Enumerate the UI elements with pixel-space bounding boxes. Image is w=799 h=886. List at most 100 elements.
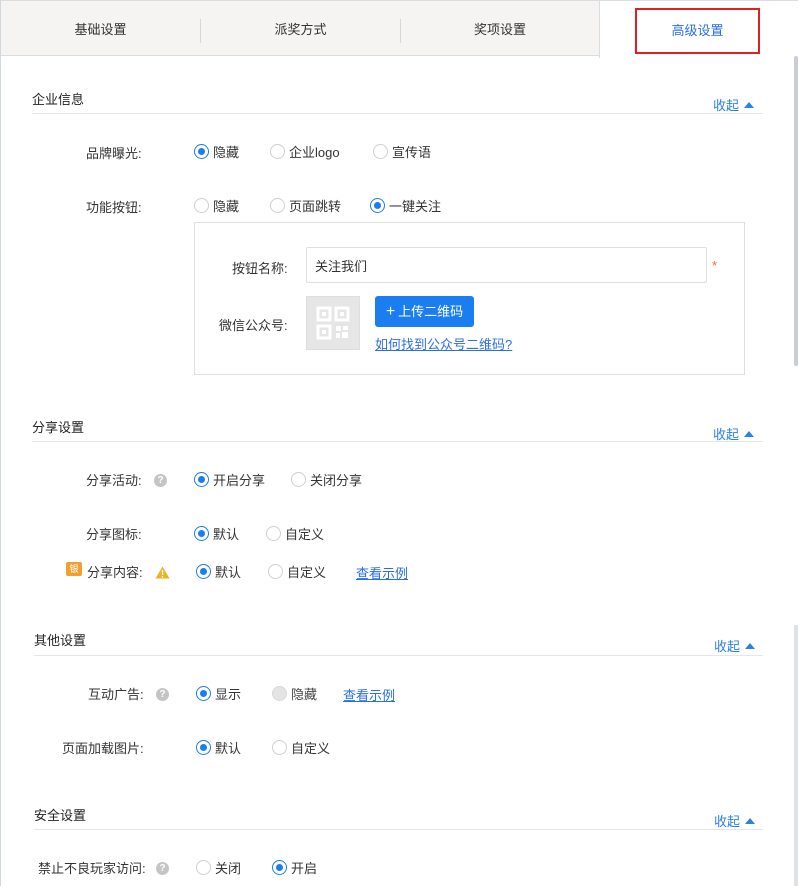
radio-label: 关闭分享 bbox=[310, 473, 363, 488]
radio-dot bbox=[270, 144, 285, 159]
collapse-share-button[interactable]: 收起 bbox=[713, 424, 755, 443]
radio-brand-slogan[interactable]: 宣传语 bbox=[373, 142, 431, 161]
qr-code-icon bbox=[316, 306, 350, 340]
radio-dot bbox=[196, 740, 211, 755]
radio-dot bbox=[272, 860, 287, 875]
scrollbar-thumb[interactable] bbox=[794, 56, 798, 366]
radio-dot bbox=[370, 198, 385, 213]
radio-label: 自定义 bbox=[285, 527, 325, 542]
radio-label: 一键关注 bbox=[389, 199, 442, 214]
radio-label: 企业logo bbox=[289, 145, 340, 160]
radio-loading-custom[interactable]: 自定义 bbox=[272, 738, 330, 757]
share-activity-label: 分享活动: bbox=[86, 473, 142, 488]
caret-up-icon bbox=[745, 818, 756, 824]
qr-code-placeholder bbox=[306, 296, 360, 350]
share-content-label: 分享内容: bbox=[87, 565, 143, 580]
radio-function-hide[interactable]: 隐藏 bbox=[194, 196, 239, 215]
scrollbar-track[interactable] bbox=[794, 625, 798, 886]
button-name-input[interactable] bbox=[306, 247, 707, 283]
radio-share-content-default[interactable]: 默认 bbox=[196, 562, 241, 581]
radio-label: 显示 bbox=[215, 687, 242, 702]
radio-loading-default[interactable]: 默认 bbox=[196, 738, 241, 757]
radio-label: 自定义 bbox=[291, 741, 331, 756]
share-icon-label: 分享图标: bbox=[86, 527, 142, 542]
radio-label: 关闭 bbox=[215, 861, 242, 876]
collapse-security-button[interactable]: 收起 bbox=[714, 811, 756, 830]
radio-label: 默认 bbox=[213, 527, 240, 542]
radio-dot bbox=[291, 472, 306, 487]
radio-dot bbox=[194, 526, 209, 541]
radio-label: 宣传语 bbox=[392, 145, 432, 160]
collapse-other-button[interactable]: 收起 bbox=[714, 636, 756, 655]
radio-brand-hide[interactable]: 隐藏 bbox=[194, 142, 239, 161]
loading-image-label: 页面加载图片: bbox=[62, 741, 144, 756]
block-bad-players-label: 禁止不良玩家访问: bbox=[38, 861, 146, 876]
required-mark: * bbox=[712, 258, 718, 273]
radio-dot bbox=[196, 860, 211, 875]
radio-label: 自定义 bbox=[287, 565, 327, 580]
radio-dot bbox=[268, 564, 283, 579]
radio-dot bbox=[194, 198, 209, 213]
section-divider bbox=[32, 441, 763, 442]
collapse-label: 收起 bbox=[714, 639, 741, 654]
radio-share-icon-custom[interactable]: 自定义 bbox=[266, 524, 324, 543]
radio-dot bbox=[270, 198, 285, 213]
section-title-other: 其他设置 bbox=[34, 633, 87, 648]
question-circle-icon[interactable]: ? bbox=[156, 862, 169, 875]
radio-ads-show[interactable]: 显示 bbox=[196, 684, 241, 703]
share-example-link[interactable]: 查看示例 bbox=[356, 563, 408, 582]
radio-label: 默认 bbox=[215, 741, 242, 756]
section-divider bbox=[32, 113, 763, 114]
radio-label: 隐藏 bbox=[291, 687, 318, 702]
radio-brand-logo[interactable]: 企业logo bbox=[270, 142, 340, 161]
radio-ads-hide[interactable]: 隐藏 bbox=[272, 684, 317, 703]
radio-dot bbox=[194, 472, 209, 487]
button-name-label: 按钮名称: bbox=[232, 261, 288, 276]
collapse-label: 收起 bbox=[713, 98, 740, 113]
radio-share-off[interactable]: 关闭分享 bbox=[291, 470, 362, 489]
radio-block-on[interactable]: 开启 bbox=[272, 858, 317, 877]
radio-label: 页面跳转 bbox=[289, 199, 342, 214]
tab-advanced-settings[interactable]: 高级设置 bbox=[635, 8, 760, 54]
section-divider bbox=[34, 655, 763, 656]
radio-label: 开启分享 bbox=[213, 473, 266, 488]
radio-dot bbox=[196, 686, 211, 701]
radio-dot bbox=[194, 144, 209, 159]
radio-function-follow[interactable]: 一键关注 bbox=[370, 196, 441, 215]
caret-up-icon bbox=[744, 102, 755, 108]
radio-dot bbox=[266, 526, 281, 541]
question-circle-icon[interactable]: ? bbox=[154, 474, 167, 487]
section-title-security: 安全设置 bbox=[34, 808, 87, 823]
qr-help-link[interactable]: 如何找到公众号二维码? bbox=[375, 334, 512, 353]
wechat-account-label: 微信公众号: bbox=[219, 318, 288, 333]
brand-exposure-label: 品牌曝光: bbox=[86, 146, 142, 161]
radio-label: 隐藏 bbox=[213, 145, 240, 160]
tab-prize-settings[interactable]: 奖项设置 bbox=[401, 1, 599, 56]
ads-example-link[interactable]: 查看示例 bbox=[343, 685, 395, 704]
caret-up-icon bbox=[744, 431, 755, 437]
tab-basic-settings[interactable]: 基础设置 bbox=[1, 1, 200, 56]
upload-qr-label: 上传二维码 bbox=[398, 304, 464, 319]
radio-dot bbox=[272, 740, 287, 755]
radio-share-content-custom[interactable]: 自定义 bbox=[268, 562, 326, 581]
plus-icon: + bbox=[385, 303, 396, 320]
collapse-company-button[interactable]: 收起 bbox=[713, 95, 755, 114]
section-title-share: 分享设置 bbox=[32, 420, 85, 435]
radio-label: 隐藏 bbox=[213, 199, 240, 214]
upload-qr-button[interactable]: + 上传二维码 bbox=[375, 296, 474, 327]
radio-dot bbox=[196, 564, 211, 579]
interactive-ads-label: 互动广告: bbox=[88, 687, 144, 702]
radio-share-icon-default[interactable]: 默认 bbox=[194, 524, 239, 543]
collapse-label: 收起 bbox=[713, 427, 740, 442]
radio-block-off[interactable]: 关闭 bbox=[196, 858, 241, 877]
function-button-label: 功能按钮: bbox=[86, 200, 142, 215]
section-title-company: 企业信息 bbox=[32, 92, 85, 107]
tab-prize-method[interactable]: 派奖方式 bbox=[201, 1, 400, 56]
radio-function-page-jump[interactable]: 页面跳转 bbox=[270, 196, 341, 215]
radio-label: 开启 bbox=[291, 861, 318, 876]
question-circle-icon[interactable]: ? bbox=[156, 688, 169, 701]
radio-dot bbox=[272, 686, 287, 701]
radio-share-on[interactable]: 开启分享 bbox=[194, 470, 265, 489]
radio-label: 默认 bbox=[215, 565, 242, 580]
radio-dot bbox=[373, 144, 388, 159]
